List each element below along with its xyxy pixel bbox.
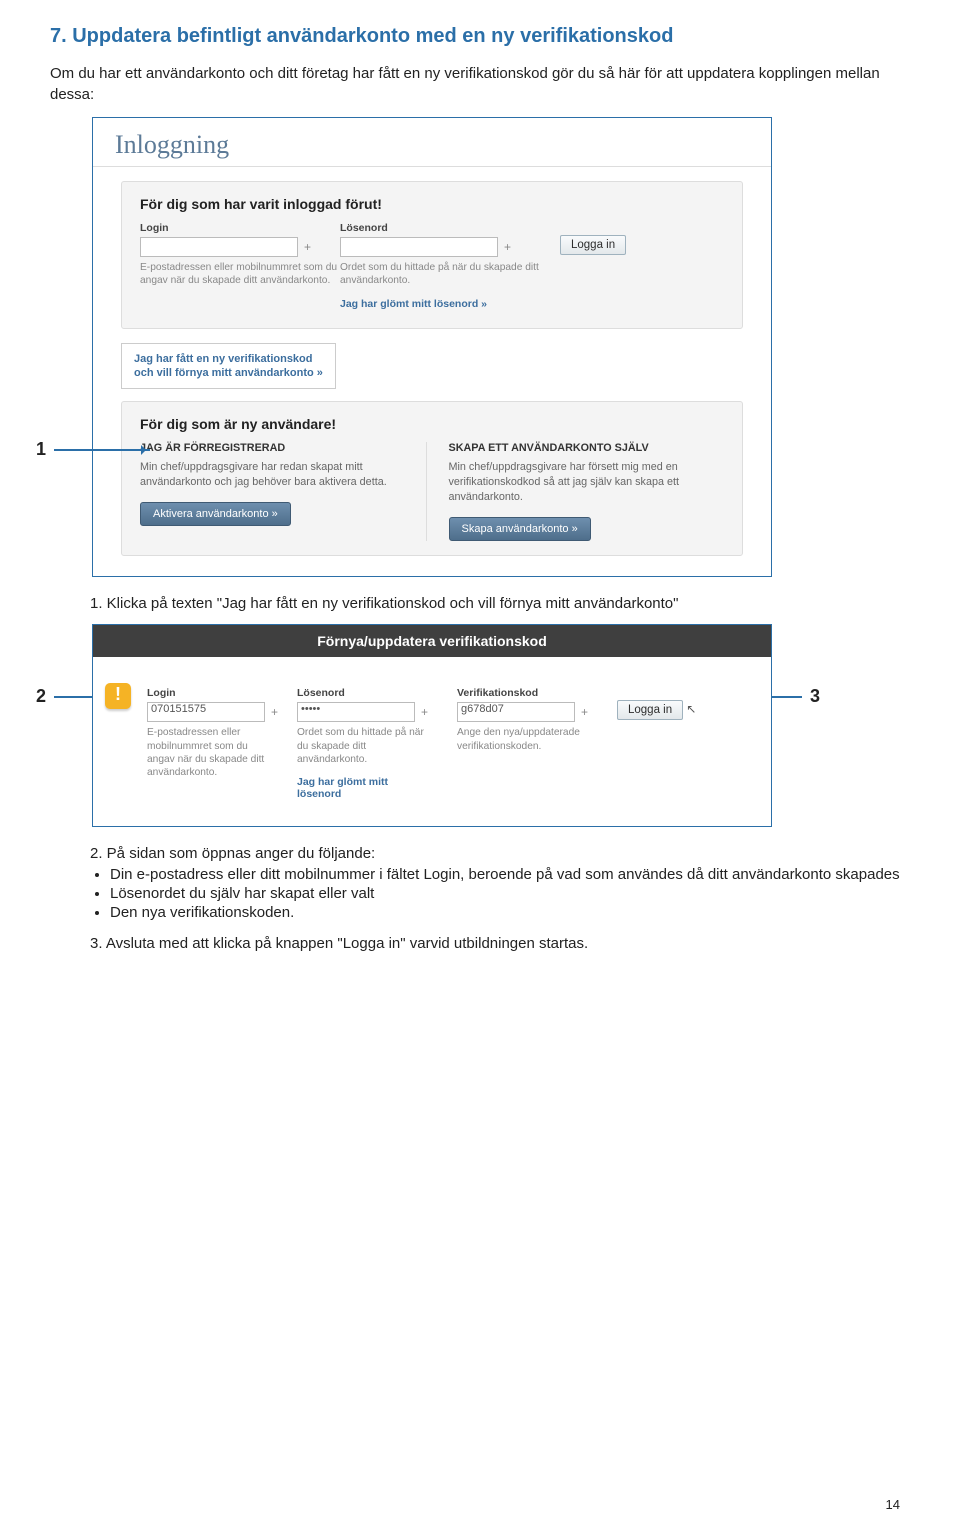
inloggning-screenshot: Inloggning För dig som har varit inlogga… <box>92 117 772 577</box>
password-label: Lösenord <box>340 222 560 234</box>
renew-verification-link-box[interactable]: Jag har fått en ny verifikationskod och … <box>121 343 336 390</box>
window-title: Inloggning <box>93 118 771 167</box>
plus-icon: + <box>265 705 284 719</box>
callout-number-2: 2 <box>36 686 46 707</box>
new-user-box: För dig som är ny användare! JAG ÄR FÖRR… <box>121 401 743 556</box>
password-input[interactable] <box>340 237 498 257</box>
screenshot-2-wrapper: 2 3 Förnya/uppdatera verifikationskod Lo… <box>92 624 842 827</box>
plus-icon: + <box>498 240 517 254</box>
verification-code-help: Ange den nya/uppdaterade verifikationsko… <box>457 726 587 753</box>
preregistered-text: Min chef/uppdragsgivare har redan skapat… <box>140 460 402 490</box>
bullet-3: Den nya verifikationskoden. <box>110 904 910 921</box>
activate-account-button[interactable]: Aktivera användarkonto » <box>140 502 291 526</box>
dialog-title: Förnya/uppdatera verifikationskod <box>93 625 771 657</box>
login-button[interactable]: Logga in <box>617 700 683 720</box>
login-input[interactable] <box>140 237 298 257</box>
forgot-password-link[interactable]: Jag har glömt mitt lösenord <box>297 776 397 800</box>
box-title: För dig som har varit inloggad förut! <box>140 196 724 212</box>
screenshot-1-wrapper: 1 Inloggning För dig som har varit inlog… <box>92 117 842 577</box>
plus-icon: + <box>415 705 434 719</box>
verification-code-input[interactable]: g678d07 <box>457 702 575 722</box>
create-account-button[interactable]: Skapa användarkonto » <box>449 517 591 541</box>
forgot-password-link[interactable]: Jag har glömt mitt lösenord » <box>340 298 560 310</box>
vertical-divider <box>426 442 427 541</box>
bullet-1: Din e-postadress eller ditt mobilnummer … <box>110 866 910 883</box>
password-input[interactable]: ••••• <box>297 702 415 722</box>
create-self-text: Min chef/uppdragsgivare har försett mig … <box>449 460 711 505</box>
step-3-text: 3. Avsluta med att klicka på knappen "Lo… <box>90 935 910 952</box>
create-self-heading: SKAPA ETT ANVÄNDARKONTO SJÄLV <box>449 442 711 454</box>
login-help: E-postadressen eller mobilnummret som du… <box>140 261 340 288</box>
renew-code-screenshot: Förnya/uppdatera verifikationskod Login … <box>92 624 772 827</box>
step-1-text: 1. Klicka på texten "Jag har fått en ny … <box>90 595 910 612</box>
page-number: 14 <box>886 1497 900 1512</box>
bullet-2: Lösenordet du själv har skapat eller val… <box>110 885 910 902</box>
login-button[interactable]: Logga in <box>560 235 626 255</box>
plus-icon: + <box>298 240 317 254</box>
intro-paragraph: Om du har ett användarkonto och ditt för… <box>50 63 910 105</box>
login-label: Login <box>140 222 340 234</box>
password-help: Ordet som du hittade på när du skapade d… <box>297 726 427 766</box>
box-title: För dig som är ny användare! <box>140 416 724 432</box>
password-label: Lösenord <box>297 687 457 699</box>
plus-icon: + <box>575 705 594 719</box>
renew-link-line1: Jag har fått en ny verifikationskod <box>134 352 323 366</box>
existing-user-box: För dig som har varit inloggad förut! Lo… <box>121 181 743 329</box>
password-help: Ordet som du hittade på när du skapade d… <box>340 261 560 288</box>
callout-number-1: 1 <box>36 439 46 460</box>
preregistered-heading: JAG ÄR FÖRREGISTRERAD <box>140 442 402 454</box>
login-label: Login <box>147 687 297 699</box>
callout-number-3: 3 <box>810 686 820 707</box>
login-help: E-postadressen eller mobilnummret som du… <box>147 726 267 779</box>
login-input[interactable]: 070151575 <box>147 702 265 722</box>
section-heading: 7. Uppdatera befintligt användarkonto me… <box>50 25 910 48</box>
renew-link-line2: och vill förnya mitt användarkonto » <box>134 366 323 380</box>
verification-code-label: Verifikationskod <box>457 687 617 699</box>
step-2-intro: 2. På sidan som öppnas anger du följande… <box>90 845 910 862</box>
cursor-icon: ↖ <box>686 702 696 716</box>
callout-arrow-1 <box>54 449 150 451</box>
